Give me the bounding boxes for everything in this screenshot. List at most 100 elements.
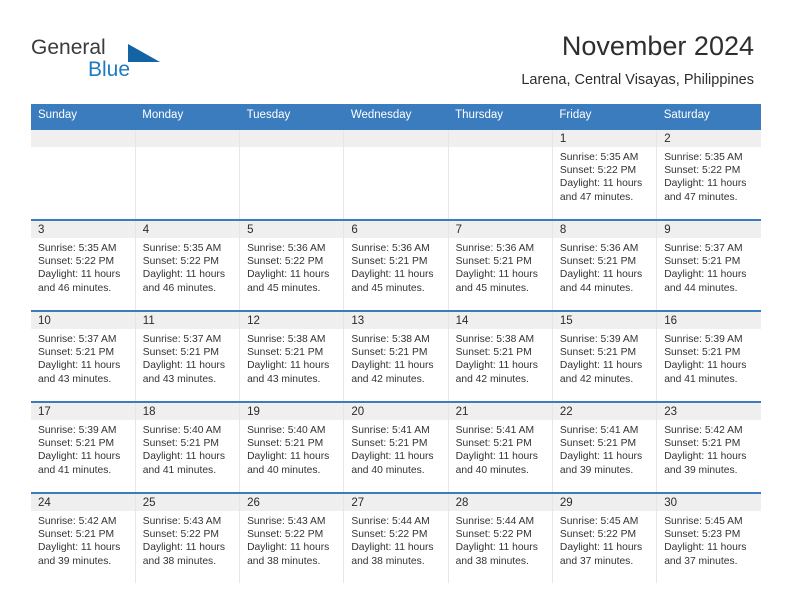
sunrise-text: Sunrise: 5:36 AM [455,243,535,254]
daylight-text-line2: and 39 minutes. [38,555,112,567]
daylight-text-line2: and 46 minutes. [142,282,217,294]
day-details: Sunrise: 5:35 AM Sunset: 5:22 PM Daylight:… [657,147,761,204]
calendar-day-cell[interactable]: 5 Sunrise: 5:36 AM Sunset: 5:22 PM Daylight… [239,219,345,311]
calendar-day-cell[interactable]: 17 Sunrise: 5:39 AM Sunset: 5:21 PM Dayligh… [31,401,136,493]
calendar-day-cell[interactable]: 29 Sunrise: 5:45 AM Sunset: 5:22 PM Dayligh… [552,492,658,583]
day-details: Sunrise: 5:40 AM Sunset: 5:21 PM Daylight:… [240,420,343,477]
day-number: 30 [657,494,761,511]
calendar-day-cell[interactable]: 12 Sunrise: 5:38 AM Sunset: 5:21 PM Dayligh… [239,310,345,402]
calendar-day-cell[interactable]: 1 Sunrise: 5:35 AM Sunset: 5:22 PM Daylight… [552,128,658,220]
sunrise-text: Sunrise: 5:35 AM [559,152,639,163]
sunrise-text: Sunrise: 5:43 AM [247,516,326,527]
day-number: 5 [240,221,344,238]
sunrise-text: Sunrise: 5:38 AM [455,334,535,345]
sunrise-text: Sunrise: 5:40 AM [142,425,222,436]
calendar-day-cell[interactable]: 16 Sunrise: 5:39 AM Sunset: 5:21 PM Dayligh… [656,310,761,402]
day-details: Sunrise: 5:40 AM Sunset: 5:21 PM Daylight:… [136,420,239,477]
sunset-text: Sunset: 5:21 PM [351,438,428,450]
calendar-day-cell[interactable]: 26 Sunrise: 5:43 AM Sunset: 5:22 PM Dayligh… [239,492,345,583]
day-details: Sunrise: 5:35 AM Sunset: 5:22 PM Daylight:… [136,238,239,295]
daylight-text-line2: and 43 minutes. [38,373,112,385]
calendar-day-cell[interactable]: 13 Sunrise: 5:38 AM Sunset: 5:21 PM Dayligh… [343,310,449,402]
calendar-day-cell[interactable]: 24 Sunrise: 5:42 AM Sunset: 5:21 PM Dayligh… [31,492,136,583]
page-header: General Blue November 2024 Larena, Centr… [0,0,792,103]
day-number-band [448,130,552,147]
sunset-text: Sunset: 5:21 PM [455,438,532,450]
daylight-text-line1: Daylight: 11 hours [247,451,330,463]
sunrise-text: Sunrise: 5:35 AM [142,243,222,254]
day-details: Sunrise: 5:35 AM Sunset: 5:22 PM Daylight:… [31,238,135,295]
calendar-day-cell[interactable]: 14 Sunrise: 5:38 AM Sunset: 5:21 PM Dayligh… [448,310,553,402]
sunrise-text: Sunrise: 5:37 AM [38,334,117,345]
day-number: 2 [657,130,761,147]
daylight-text-line1: Daylight: 11 hours [351,269,434,281]
calendar-day-cell[interactable]: 9 Sunrise: 5:37 AM Sunset: 5:21 PM Daylight… [656,219,761,311]
calendar-day-cell[interactable]: 25 Sunrise: 5:43 AM Sunset: 5:22 PM Dayligh… [135,492,241,583]
daylight-text-line2: and 46 minutes. [38,282,112,294]
sunset-text: Sunset: 5:22 PM [142,256,219,268]
daylight-text-line1: Daylight: 11 hours [38,269,121,281]
weekday-header-tuesday: Tuesday [239,104,344,129]
day-number: 26 [240,494,344,511]
location-subtitle: Larena, Central Visayas, Philippines [521,72,754,88]
calendar-cell-empty [135,128,241,220]
daylight-text-line2: and 44 minutes. [559,282,634,294]
calendar-day-cell[interactable]: 21 Sunrise: 5:41 AM Sunset: 5:21 PM Dayligh… [448,401,553,493]
day-details: Sunrise: 5:42 AM Sunset: 5:21 PM Daylight:… [31,511,135,568]
sunset-text: Sunset: 5:21 PM [38,529,115,541]
sunset-text: Sunset: 5:22 PM [247,256,324,268]
sunset-text: Sunset: 5:21 PM [247,438,324,450]
calendar-day-cell[interactable]: 4 Sunrise: 5:35 AM Sunset: 5:22 PM Daylight… [135,219,241,311]
calendar-day-cell[interactable]: 20 Sunrise: 5:41 AM Sunset: 5:21 PM Dayligh… [343,401,449,493]
calendar-day-cell[interactable]: 11 Sunrise: 5:37 AM Sunset: 5:21 PM Dayligh… [135,310,241,402]
daylight-text-line1: Daylight: 11 hours [142,451,226,463]
daylight-text-line2: and 45 minutes. [247,282,321,294]
calendar-day-cell[interactable]: 27 Sunrise: 5:44 AM Sunset: 5:22 PM Dayligh… [343,492,449,583]
calendar-day-cell[interactable]: 7 Sunrise: 5:36 AM Sunset: 5:21 PM Daylight… [448,219,553,311]
sunrise-text: Sunrise: 5:42 AM [664,425,743,436]
daylight-text-line2: and 42 minutes. [559,373,634,385]
calendar-day-cell[interactable]: 15 Sunrise: 5:39 AM Sunset: 5:21 PM Dayligh… [552,310,658,402]
daylight-text-line1: Daylight: 11 hours [559,542,643,554]
sunrise-text: Sunrise: 5:41 AM [455,425,535,436]
calendar-day-cell[interactable]: 22 Sunrise: 5:41 AM Sunset: 5:21 PM Dayligh… [552,401,658,493]
weekday-header-sunday: Sunday [31,104,136,129]
calendar-day-cell[interactable]: 3 Sunrise: 5:35 AM Sunset: 5:22 PM Daylight… [31,219,136,311]
day-number: 20 [344,403,448,420]
calendar-day-cell[interactable]: 10 Sunrise: 5:37 AM Sunset: 5:21 PM Dayligh… [31,310,136,402]
sunrise-text: Sunrise: 5:45 AM [664,516,743,527]
calendar-day-cell[interactable]: 18 Sunrise: 5:40 AM Sunset: 5:21 PM Dayligh… [135,401,241,493]
calendar-day-cell[interactable]: 2 Sunrise: 5:35 AM Sunset: 5:22 PM Daylight… [656,128,761,220]
sunrise-text: Sunrise: 5:36 AM [351,243,430,254]
sunrise-text: Sunrise: 5:35 AM [664,152,743,163]
calendar-day-cell[interactable]: 8 Sunrise: 5:36 AM Sunset: 5:21 PM Daylight… [552,219,658,311]
calendar-day-cell[interactable]: 23 Sunrise: 5:42 AM Sunset: 5:21 PM Dayligh… [656,401,761,493]
day-number: 13 [344,312,448,329]
sunset-text: Sunset: 5:22 PM [559,529,637,541]
day-number: 17 [31,403,135,420]
sunset-text: Sunset: 5:21 PM [455,347,532,359]
logo-text-general: General [31,36,106,59]
calendar-body: 1 Sunrise: 5:35 AM Sunset: 5:22 PM Daylight… [31,128,761,583]
day-details: Sunrise: 5:35 AM Sunset: 5:22 PM Daylight:… [553,147,656,204]
day-number-band [31,130,135,147]
calendar-day-cell[interactable]: 19 Sunrise: 5:40 AM Sunset: 5:21 PM Dayligh… [239,401,345,493]
daylight-text-line1: Daylight: 11 hours [38,451,121,463]
daylight-text-line1: Daylight: 11 hours [664,178,747,190]
sunset-text: Sunset: 5:21 PM [142,438,219,450]
day-details: Sunrise: 5:39 AM Sunset: 5:21 PM Daylight:… [31,420,135,477]
day-details: Sunrise: 5:36 AM Sunset: 5:21 PM Daylight:… [449,238,552,295]
calendar-day-cell[interactable]: 28 Sunrise: 5:44 AM Sunset: 5:22 PM Dayligh… [448,492,553,583]
calendar-day-cell[interactable]: 30 Sunrise: 5:45 AM Sunset: 5:23 PM Dayligh… [656,492,761,583]
sunset-text: Sunset: 5:21 PM [664,256,741,268]
daylight-text-line1: Daylight: 11 hours [455,451,538,463]
calendar-cell-empty [448,128,553,220]
day-details: Sunrise: 5:38 AM Sunset: 5:21 PM Daylight:… [240,329,343,386]
day-number: 19 [240,403,344,420]
sunrise-text: Sunrise: 5:39 AM [38,425,117,436]
daylight-text-line2: and 41 minutes. [38,464,112,476]
day-number: 11 [135,312,240,329]
sunrise-text: Sunrise: 5:36 AM [559,243,639,254]
calendar-day-cell[interactable]: 6 Sunrise: 5:36 AM Sunset: 5:21 PM Daylight… [343,219,449,311]
sunset-text: Sunset: 5:21 PM [351,347,428,359]
